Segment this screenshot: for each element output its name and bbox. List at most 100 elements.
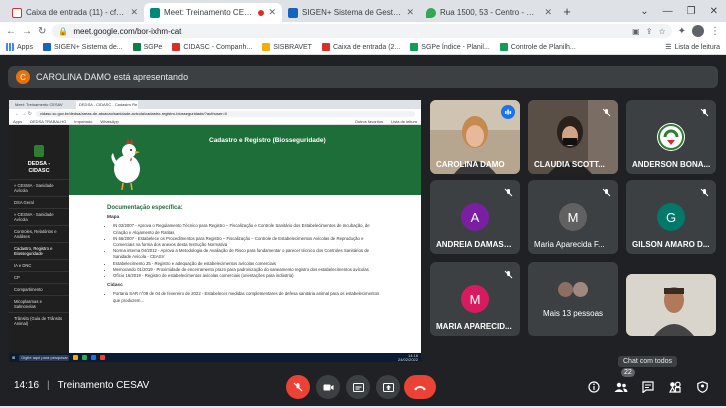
tab-title: SIGEN+ Sistema de Gestão da D...: [302, 8, 402, 17]
shared-bookmarks-bar: Apps DEDSA TRABALHO Importado WhatsApp O…: [9, 118, 421, 125]
participant-tile[interactable]: ANDERSON BONA...: [626, 100, 716, 174]
avatar: A: [461, 203, 489, 231]
profile-avatar[interactable]: [692, 25, 704, 37]
more-participants-label: Mais 13 pessoas: [543, 309, 604, 318]
participant-name: GILSON AMARO D...: [632, 240, 710, 249]
mic-toggle-button[interactable]: [286, 375, 310, 399]
reading-list-icon: ☰: [665, 44, 672, 51]
sisbravet-icon: [262, 43, 271, 51]
close-icon[interactable]: ✕: [268, 7, 276, 18]
browser-toolbar: ← → ↻ 🔒 meet.google.com/bor-ixhm-cat ▣ ⇪…: [0, 22, 726, 40]
mic-off-icon: [697, 185, 711, 199]
bookmark-sgpe[interactable]: SGPe: [132, 43, 162, 51]
lock-icon: 🔒: [58, 26, 69, 36]
new-tab-button[interactable]: +: [558, 4, 576, 19]
bookmark-sisbravet[interactable]: SISBRAVET: [262, 43, 312, 51]
reading-list[interactable]: ☰ Lista de leitura: [665, 43, 720, 52]
present-icon: [382, 382, 394, 392]
speaking-indicator-icon: [501, 105, 515, 119]
participant-tile[interactable]: A ANDREIA DAMASC...: [430, 180, 520, 254]
bookmark: Importado: [74, 118, 93, 124]
present-button[interactable]: [376, 375, 400, 399]
meeting-info: 14:16 | Treinamento CESAV: [14, 380, 150, 391]
participant-tile[interactable]: CLAUDIA SCOTT...: [528, 100, 618, 174]
participant-tile[interactable]: M Maria Aparecida F...: [528, 180, 618, 254]
document-list: IN 02/2007 - Aprova o Regulamento Técnic…: [107, 223, 383, 279]
bookmark: DEDSA TRABALHO: [30, 118, 67, 124]
sidebar-item: » CESMA - Sanidade Avícola: [9, 208, 69, 225]
forward-icon[interactable]: →: [22, 26, 32, 37]
sheets-icon: [499, 43, 508, 51]
shared-main: Cadastro e Registro (Biosseguridade) Doc…: [69, 125, 421, 353]
browser-tab-meet[interactable]: Meet: Treinamento CESAV ✕: [144, 3, 282, 22]
maximize-button[interactable]: ❐: [687, 6, 696, 17]
captions-button[interactable]: [346, 375, 370, 399]
star-icon[interactable]: ☆: [658, 27, 665, 36]
meeting-details-button[interactable]: [584, 377, 604, 397]
recording-icon: [258, 9, 265, 16]
share-icon[interactable]: ⇪: [646, 27, 653, 36]
address-bar[interactable]: 🔒 meet.google.com/bor-ixhm-cat ▣ ⇪ ☆: [52, 24, 672, 38]
sgpe-icon: [132, 43, 141, 51]
maps-icon: [426, 7, 436, 18]
chat-icon: [642, 381, 654, 393]
close-icon[interactable]: ✕: [544, 7, 552, 18]
bookmark: Outros favoritos: [354, 118, 383, 124]
shared-page: DEDSA - CIDASC » CESMA - Sanidade Avícola…: [9, 125, 421, 353]
bookmark-sigen[interactable]: SIGEN+ Sistema de...: [42, 43, 123, 51]
leave-call-button[interactable]: [404, 375, 436, 399]
mic-off-icon: [599, 185, 613, 199]
activities-button[interactable]: [665, 377, 685, 397]
app-icon: [73, 355, 79, 360]
bookmark-gmail[interactable]: Caixa de entrada (2...: [321, 43, 400, 51]
browser-tab-maps[interactable]: Rua 1500, 53 - Centro - Google ... ✕: [420, 3, 558, 22]
bookmark-cidasc[interactable]: CIDASC - Companh...: [172, 43, 252, 51]
chat-button[interactable]: [638, 377, 658, 397]
sidebar-item: Micoplasmas e Salmonelas: [9, 295, 69, 312]
meet-stage: C CAROLINA DAMO está apresentando Meet: …: [0, 56, 726, 375]
avatar: [573, 282, 588, 297]
people-button[interactable]: 22: [611, 368, 635, 397]
list-item: Ofício 16/2019 - Registro de estabelecim…: [113, 273, 383, 279]
close-icon[interactable]: ✕: [406, 7, 414, 18]
browser-tab-sigen[interactable]: SIGEN+ Sistema de Gestão da D... ✕: [282, 3, 420, 22]
list-item: Portaria SAR n°09 de 04 de fevereiro de …: [113, 291, 383, 303]
sidebar-item: Trânsito (Guia de Trânsito Animal): [9, 312, 69, 329]
bookmark-controle[interactable]: Controle de Planilh...: [499, 43, 576, 51]
close-window-button[interactable]: ✕: [710, 6, 718, 17]
shared-tab-strip: Meet: Treinamento CESAV DEDSA - CIDASC -…: [9, 100, 421, 109]
participant-name: CAROLINA DAMO: [436, 160, 505, 169]
host-controls-button[interactable]: [692, 377, 712, 397]
app-icon: [100, 355, 106, 360]
close-icon[interactable]: ✕: [130, 7, 138, 18]
bookmark-apps[interactable]: Apps: [6, 43, 33, 51]
participant-tile[interactable]: G GILSON AMARO D...: [626, 180, 716, 254]
extensions-icon[interactable]: ✦: [678, 26, 686, 37]
sidebar-item: IA e DNC: [9, 259, 69, 271]
tab-search-icon[interactable]: ⌄: [640, 6, 648, 17]
avatar: M: [559, 203, 587, 231]
participant-tile[interactable]: M MARIA APARECID...: [430, 262, 520, 336]
menu-icon[interactable]: ⋮: [710, 26, 720, 37]
sidebar-brand: DEDSA - CIDASC: [27, 161, 51, 174]
hang-up-icon: [414, 385, 426, 390]
meet-controls-bar: 14:16 | Treinamento CESAV ⋮ 22: [0, 368, 726, 406]
bookmark-sgpe-indice[interactable]: SGPe Índice - Planil...: [410, 43, 490, 51]
reload-icon[interactable]: ↻: [38, 26, 46, 37]
minimize-button[interactable]: —: [663, 6, 673, 17]
cidasc-icon: [172, 43, 181, 51]
app-icon: [91, 355, 97, 360]
camera-toggle-button[interactable]: [316, 375, 340, 399]
mic-off-icon: [697, 105, 711, 119]
info-icon: [588, 381, 600, 393]
browser-tab-gmail[interactable]: Caixa de entrada (11) - cfcordei... ✕: [6, 3, 144, 22]
back-icon[interactable]: ←: [6, 26, 16, 37]
cidasc-logo: [34, 145, 44, 157]
camera-icon[interactable]: ▣: [632, 27, 640, 36]
more-participants-tile[interactable]: Mais 13 pessoas: [528, 262, 618, 336]
page-content: Documentação específica: Mapa IN 02/2007…: [69, 195, 421, 314]
participant-tile[interactable]: CAROLINA DAMO: [430, 100, 520, 174]
page-banner: Cadastro e Registro (Biosseguridade): [69, 125, 421, 195]
self-video-tile[interactable]: [626, 274, 716, 336]
participant-name: ANDREIA DAMASC...: [436, 240, 516, 249]
